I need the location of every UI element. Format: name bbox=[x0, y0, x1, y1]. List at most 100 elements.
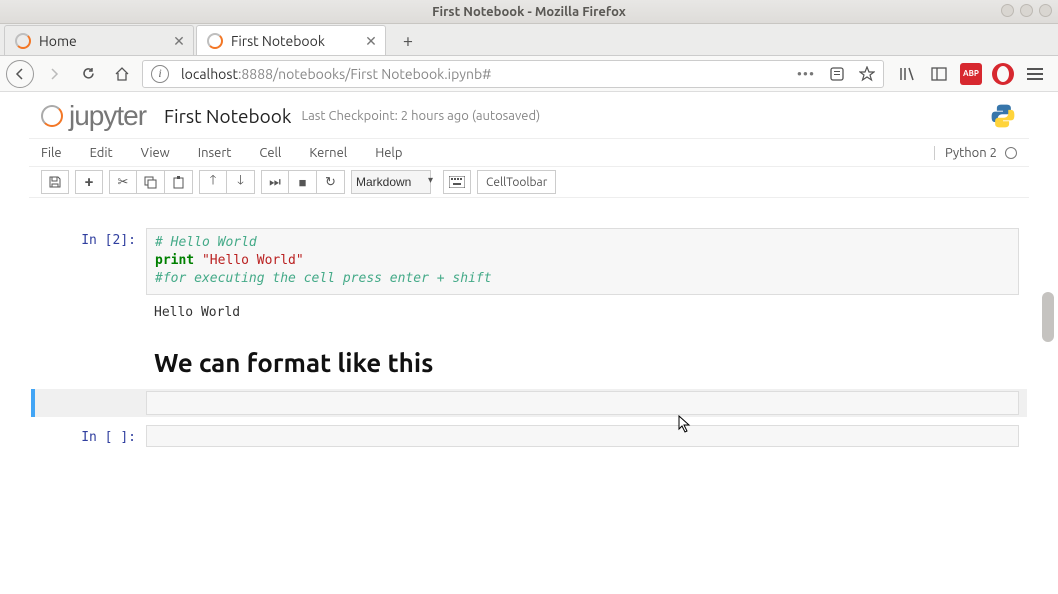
close-tab-icon[interactable]: ✕ bbox=[363, 33, 379, 49]
menu-insert[interactable]: Insert bbox=[198, 146, 232, 160]
notebook-toolbar: + ✂ 🡑 🡓 ⏭ ■ ↻ Markdown CellToolbar bbox=[29, 167, 1029, 198]
move-up-button[interactable]: 🡑 bbox=[199, 170, 227, 194]
empty-code-cell[interactable]: In [ ]: bbox=[31, 423, 1027, 449]
markdown-heading: We can format like this bbox=[154, 348, 1011, 377]
cell-type-select[interactable]: Markdown bbox=[351, 170, 431, 194]
output-cell: Hello World bbox=[31, 297, 1027, 328]
extension-icon[interactable] bbox=[992, 63, 1014, 85]
selected-cell[interactable] bbox=[31, 389, 1027, 417]
tab-home[interactable]: Home ✕ bbox=[4, 25, 194, 55]
reload-icon bbox=[81, 66, 96, 81]
jupyter-favicon-icon bbox=[207, 33, 223, 49]
home-button[interactable] bbox=[108, 60, 136, 88]
notebook-menubar: File Edit View Insert Cell Kernel Help P… bbox=[29, 139, 1029, 167]
back-button[interactable] bbox=[6, 60, 34, 88]
stop-icon: ■ bbox=[299, 175, 307, 190]
interrupt-button[interactable]: ■ bbox=[289, 170, 317, 194]
tab-label: First Notebook bbox=[231, 33, 325, 49]
checkpoint-text: Last Checkpoint: 2 hours ago (autosaved) bbox=[301, 109, 540, 123]
python-logo-icon bbox=[989, 102, 1017, 130]
window-titlebar: First Notebook - Mozilla Firefox bbox=[0, 0, 1058, 24]
jupyter-favicon-icon bbox=[15, 33, 31, 49]
hamburger-icon bbox=[1024, 63, 1046, 85]
browser-navbar: i localhost:8888/notebooks/First Noteboo… bbox=[0, 56, 1058, 92]
move-down-button[interactable]: 🡓 bbox=[227, 170, 255, 194]
home-icon bbox=[114, 66, 130, 82]
copy-button[interactable] bbox=[137, 170, 165, 194]
kernel-name: Python 2 bbox=[945, 146, 997, 160]
cell-toolbar-button[interactable]: CellToolbar bbox=[477, 170, 556, 194]
bookmark-star-icon[interactable] bbox=[859, 66, 875, 82]
browser-toolbar-right: ABP bbox=[890, 63, 1052, 85]
save-button[interactable] bbox=[41, 170, 69, 194]
paste-icon bbox=[172, 176, 185, 189]
scissors-icon: ✂ bbox=[118, 175, 129, 190]
stdout-output: Hello World bbox=[146, 299, 1019, 326]
code-cell[interactable]: In [2]: # Hello World print "Hello World… bbox=[31, 226, 1027, 297]
plus-icon: + bbox=[84, 173, 93, 191]
window-controls bbox=[1001, 4, 1052, 17]
site-info-icon[interactable]: i bbox=[151, 65, 169, 83]
save-icon bbox=[48, 175, 62, 189]
vertical-scrollbar[interactable] bbox=[1042, 292, 1054, 342]
browser-tabstrip: Home ✕ First Notebook ✕ + bbox=[0, 24, 1058, 56]
command-palette-button[interactable] bbox=[443, 170, 471, 194]
maximize-button[interactable] bbox=[1020, 4, 1033, 17]
library-icon[interactable] bbox=[896, 63, 918, 85]
empty-input-area[interactable] bbox=[146, 391, 1019, 415]
forward-button bbox=[40, 60, 68, 88]
minimize-button[interactable] bbox=[1001, 4, 1014, 17]
reload-button[interactable] bbox=[74, 60, 102, 88]
jupyter-logo[interactable]: jupyter bbox=[41, 100, 146, 132]
paste-button[interactable] bbox=[165, 170, 193, 194]
menu-kernel[interactable]: Kernel bbox=[309, 146, 347, 160]
kernel-indicator[interactable]: Python 2 bbox=[934, 146, 1017, 160]
menu-edit[interactable]: Edit bbox=[90, 146, 113, 160]
output-prompt bbox=[31, 299, 146, 326]
notebook-title[interactable]: First Notebook bbox=[164, 105, 291, 127]
sidebar-icon[interactable] bbox=[928, 63, 950, 85]
code-input-area[interactable]: # Hello World print "Hello World" #for e… bbox=[146, 228, 1019, 295]
cut-button[interactable]: ✂ bbox=[109, 170, 137, 194]
arrow-down-icon: 🡓 bbox=[237, 171, 244, 193]
kernel-status-icon bbox=[1005, 147, 1017, 159]
arrow-up-icon: 🡑 bbox=[210, 171, 217, 193]
menu-file[interactable]: File bbox=[41, 146, 62, 160]
url-bar[interactable]: i localhost:8888/notebooks/First Noteboo… bbox=[142, 60, 884, 88]
menu-cell[interactable]: Cell bbox=[259, 146, 281, 160]
tab-label: Home bbox=[39, 33, 77, 49]
insert-cell-button[interactable]: + bbox=[75, 170, 103, 194]
close-tab-icon[interactable]: ✕ bbox=[171, 33, 187, 49]
step-forward-icon: ⏭ bbox=[269, 175, 281, 190]
copy-icon bbox=[144, 176, 157, 189]
restart-button[interactable]: ↻ bbox=[317, 170, 345, 194]
menu-help[interactable]: Help bbox=[375, 146, 402, 160]
input-prompt: In [2]: bbox=[31, 228, 146, 295]
url-path: /notebooks/First Notebook.ipynb# bbox=[273, 66, 491, 82]
input-prompt: In [ ]: bbox=[31, 425, 146, 447]
url-host: localhost:8888 bbox=[181, 66, 273, 82]
close-window-button[interactable] bbox=[1039, 4, 1052, 17]
notebook-header: jupyter First Notebook Last Checkpoint: … bbox=[29, 92, 1029, 139]
adblock-icon[interactable]: ABP bbox=[960, 63, 982, 85]
notebook-container: jupyter First Notebook Last Checkpoint: … bbox=[29, 92, 1029, 479]
markdown-output[interactable]: We can format like this bbox=[146, 330, 1019, 387]
jupyter-planet-icon bbox=[41, 105, 63, 127]
refresh-icon: ↻ bbox=[325, 175, 336, 190]
page-actions-icon[interactable]: ••• bbox=[797, 66, 815, 82]
arrow-left-icon bbox=[13, 67, 27, 81]
menu-button[interactable] bbox=[1024, 63, 1046, 85]
page-content: jupyter First Notebook Last Checkpoint: … bbox=[0, 92, 1058, 594]
markdown-cell-rendered[interactable]: We can format like this bbox=[31, 328, 1027, 389]
window-title: First Notebook - Mozilla Firefox bbox=[432, 5, 626, 19]
empty-input-area[interactable] bbox=[146, 425, 1019, 447]
tab-notebook[interactable]: First Notebook ✕ bbox=[196, 25, 386, 55]
keyboard-icon bbox=[449, 176, 465, 188]
menu-view[interactable]: View bbox=[141, 146, 170, 160]
notebook-cells: In [2]: # Hello World print "Hello World… bbox=[29, 198, 1029, 479]
run-button[interactable]: ⏭ bbox=[261, 170, 289, 194]
jupyter-logo-text: jupyter bbox=[69, 100, 146, 132]
reader-mode-icon[interactable] bbox=[829, 66, 845, 82]
new-tab-button[interactable]: + bbox=[394, 27, 422, 55]
arrow-right-icon bbox=[47, 67, 61, 81]
